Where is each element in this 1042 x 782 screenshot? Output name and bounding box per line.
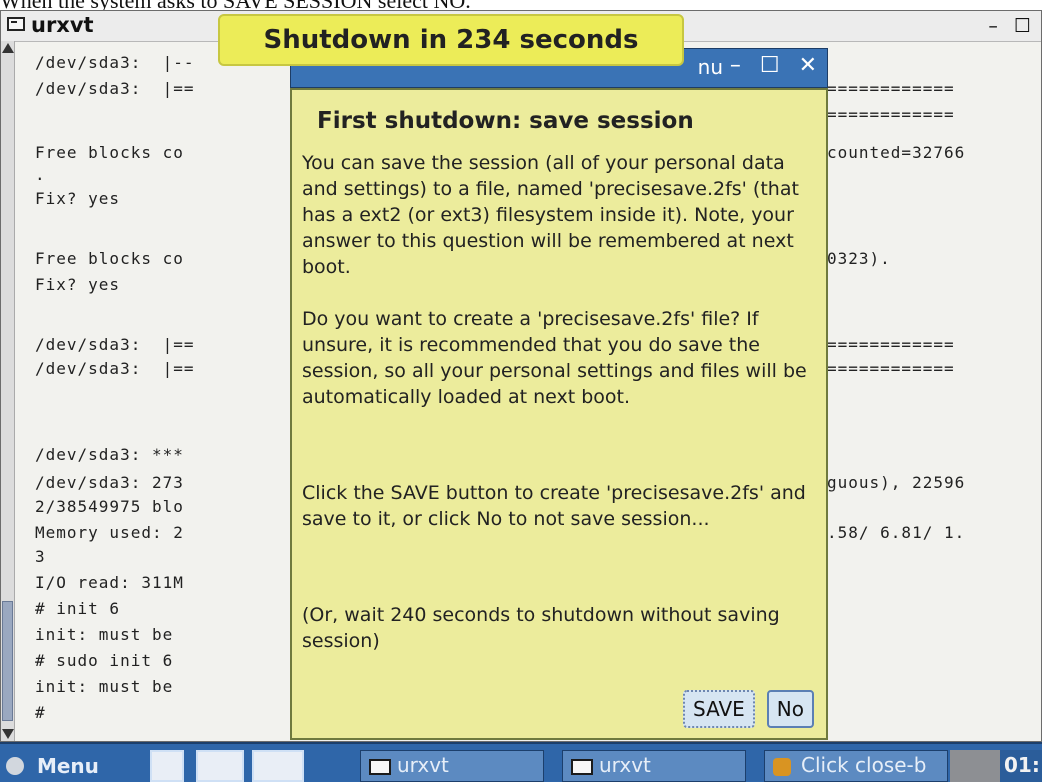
terminal-window-controls: – ☐ bbox=[978, 15, 1031, 37]
dialog-paragraph: You can save the session (all of your pe… bbox=[302, 152, 799, 278]
menu-button[interactable]: Menu bbox=[6, 752, 150, 780]
launcher-icon[interactable] bbox=[150, 750, 184, 782]
terminal-right-fragment: .58/ 6.81/ 1. bbox=[827, 523, 966, 542]
terminal-right-fragment: counted=32766 bbox=[827, 143, 966, 162]
dialog-window-controls: – ☐ ✕ bbox=[718, 53, 817, 78]
taskbar-item-urxvt[interactable]: urxvt bbox=[562, 750, 746, 782]
terminal-scrollbar[interactable] bbox=[1, 41, 15, 741]
terminal-right-fragment: guous), 22596 bbox=[827, 473, 966, 492]
terminal-line: Fix? yes bbox=[35, 189, 121, 208]
terminal-line: /dev/sda3: |== bbox=[35, 79, 195, 98]
terminal-icon bbox=[7, 17, 25, 31]
terminal-line: Free blocks co bbox=[35, 249, 184, 268]
terminal-title: urxvt bbox=[31, 13, 94, 37]
terminal-line: Fix? yes bbox=[35, 275, 121, 294]
terminal-right-fragment: 0323). bbox=[827, 249, 891, 268]
dialog-paragraph: Do you want to create a 'precisesave.2fs… bbox=[302, 308, 807, 408]
dialog-buttons: SAVE No bbox=[683, 690, 814, 728]
close-icon[interactable]: ✕ bbox=[799, 53, 817, 78]
menu-icon bbox=[6, 757, 24, 775]
save-session-dialog: First shutdown: save session You can sav… bbox=[290, 88, 828, 740]
dialog-paragraph: Click the SAVE button to create 'precise… bbox=[302, 482, 806, 530]
app-icon bbox=[773, 758, 791, 776]
shutdown-countdown-banner: Shutdown in 234 seconds bbox=[218, 14, 684, 66]
minimize-icon[interactable]: – bbox=[730, 53, 741, 78]
taskbar-item-label: urxvt bbox=[599, 753, 651, 777]
dialog-paragraph: (Or, wait 240 seconds to shutdown withou… bbox=[302, 604, 780, 652]
desktop-switcher-icon[interactable] bbox=[252, 750, 304, 782]
terminal-line: /dev/sda3: |-- bbox=[35, 53, 195, 72]
scroll-down-arrow-icon[interactable] bbox=[2, 729, 14, 739]
terminal-line: # init 6 bbox=[35, 599, 121, 618]
dialog-heading: First shutdown: save session bbox=[317, 108, 694, 134]
terminal-line: Memory used: 2 bbox=[35, 523, 184, 542]
taskbar-item-label: Click close-b bbox=[801, 753, 927, 777]
window-icon bbox=[369, 759, 391, 775]
maximize-icon[interactable]: ☐ bbox=[1014, 15, 1031, 37]
tray-area bbox=[950, 750, 1000, 782]
terminal-line: I/O read: 311M bbox=[35, 573, 184, 592]
terminal-line: . bbox=[35, 165, 46, 184]
taskbar-item-click-close[interactable]: Click close-b bbox=[764, 750, 948, 782]
terminal-prompt-line: # bbox=[35, 703, 46, 722]
taskbar-item-label: urxvt bbox=[397, 753, 449, 777]
menu-label: Menu bbox=[36, 754, 99, 778]
no-button[interactable]: No bbox=[766, 690, 814, 728]
minimize-icon[interactable]: – bbox=[988, 15, 998, 37]
scroll-thumb[interactable] bbox=[2, 601, 13, 721]
terminal-line: /dev/sda3: *** bbox=[35, 445, 184, 464]
terminal-line: /dev/sda3: |== bbox=[35, 335, 195, 354]
terminal-line: init: must be bbox=[35, 677, 174, 696]
terminal-right-fragment: ============ bbox=[827, 359, 955, 378]
taskbar: Menu urxvt urxvt Click close-b 01: bbox=[0, 742, 1042, 782]
clock: 01: bbox=[1000, 750, 1042, 782]
maximize-icon[interactable]: ☐ bbox=[760, 53, 780, 78]
taskbar-item-urxvt[interactable]: urxvt bbox=[360, 750, 544, 782]
terminal-line: Free blocks co bbox=[35, 143, 184, 162]
terminal-right-fragment: ============ bbox=[827, 79, 955, 98]
scroll-up-arrow-icon[interactable] bbox=[2, 43, 14, 53]
terminal-right-fragment: ============ bbox=[827, 105, 955, 124]
terminal-line: /dev/sda3: 273 bbox=[35, 473, 184, 492]
terminal-line: # sudo init 6 bbox=[35, 651, 174, 670]
terminal-line: 3 bbox=[35, 547, 46, 566]
terminal-right-fragment: ============ bbox=[827, 335, 955, 354]
terminal-line: /dev/sda3: |== bbox=[35, 359, 195, 378]
window-icon bbox=[571, 759, 593, 775]
terminal-line: init: must be bbox=[35, 625, 174, 644]
desktop-switcher-icon[interactable] bbox=[196, 750, 244, 782]
save-button[interactable]: SAVE bbox=[683, 690, 755, 728]
terminal-line: 2/38549975 blo bbox=[35, 497, 184, 516]
